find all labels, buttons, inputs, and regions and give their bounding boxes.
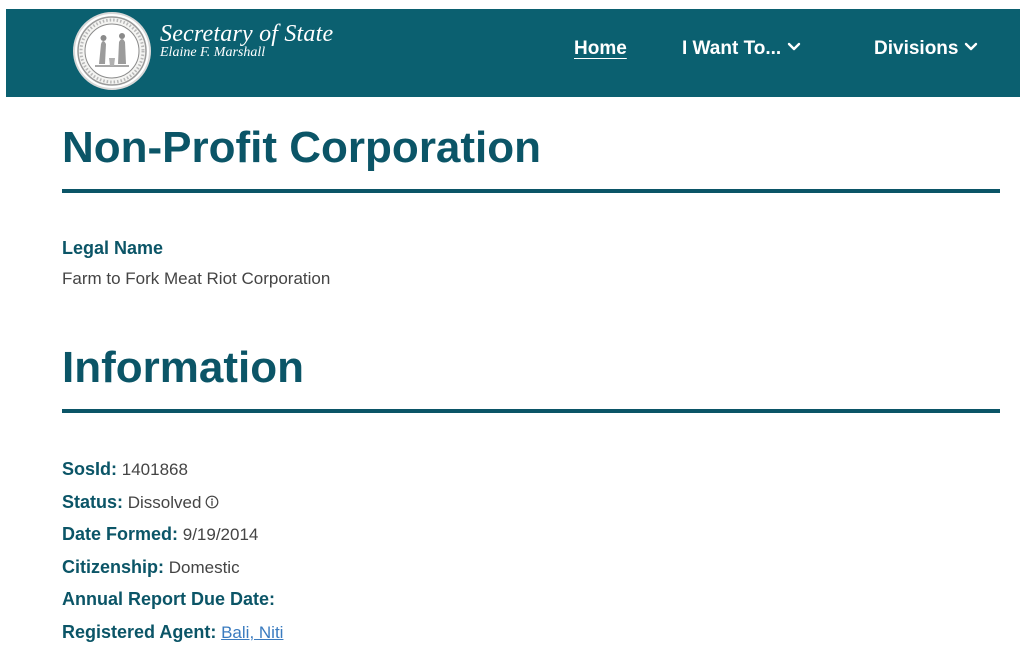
status-label: Status: (62, 492, 123, 512)
sosid-label: SosId: (62, 459, 117, 479)
legal-name-label: Legal Name (62, 237, 163, 259)
registered-agent-link[interactable]: Bali, Niti (221, 623, 283, 642)
sosid-value: 1401868 (122, 460, 188, 479)
legal-name-value: Farm to Fork Meat Riot Corporation (62, 268, 330, 290)
info-circle-icon[interactable] (205, 495, 219, 509)
information-list: SosId: 1401868 Status: Dissolved Date Fo… (62, 456, 283, 651)
information-heading: Information (62, 342, 304, 394)
title-divider (62, 189, 1000, 193)
info-row-status: Status: Dissolved (62, 489, 283, 522)
brand-subtitle: Elaine F. Marshall (160, 45, 333, 60)
status-value: Dissolved (128, 493, 202, 512)
date-formed-value: 9/19/2014 (183, 525, 259, 544)
nav-divisions-menu[interactable]: Divisions (874, 37, 978, 61)
nav-i-want-to-label: I Want To... (682, 38, 781, 59)
citizenship-value: Domestic (169, 558, 240, 577)
nav-home-link[interactable]: Home (574, 37, 627, 61)
registered-agent-label: Registered Agent: (62, 622, 216, 642)
annual-report-due-date-label: Annual Report Due Date: (62, 589, 275, 609)
info-row-date-formed: Date Formed: 9/19/2014 (62, 521, 283, 554)
info-row-sosid: SosId: 1401868 (62, 456, 283, 489)
information-divider (62, 409, 1000, 413)
nav-i-want-to-menu[interactable]: I Want To... (682, 37, 801, 61)
date-formed-label: Date Formed: (62, 524, 178, 544)
chevron-down-icon (964, 42, 978, 52)
chevron-down-icon (787, 42, 801, 52)
info-row-annual-report: Annual Report Due Date: (62, 586, 283, 619)
citizenship-label: Citizenship: (62, 557, 164, 577)
info-row-registered-agent: Registered Agent: Bali, Niti (62, 619, 283, 651)
brand[interactable]: Secretary of State Elaine F. Marshall (160, 21, 333, 60)
nav-divisions-label: Divisions (874, 38, 958, 59)
brand-title: Secretary of State (160, 21, 333, 47)
page-title: Non-Profit Corporation (62, 122, 541, 174)
site-header: Secretary of State Elaine F. Marshall Ho… (6, 9, 1020, 97)
state-seal-icon[interactable] (73, 12, 151, 90)
info-row-citizenship: Citizenship: Domestic (62, 554, 283, 587)
